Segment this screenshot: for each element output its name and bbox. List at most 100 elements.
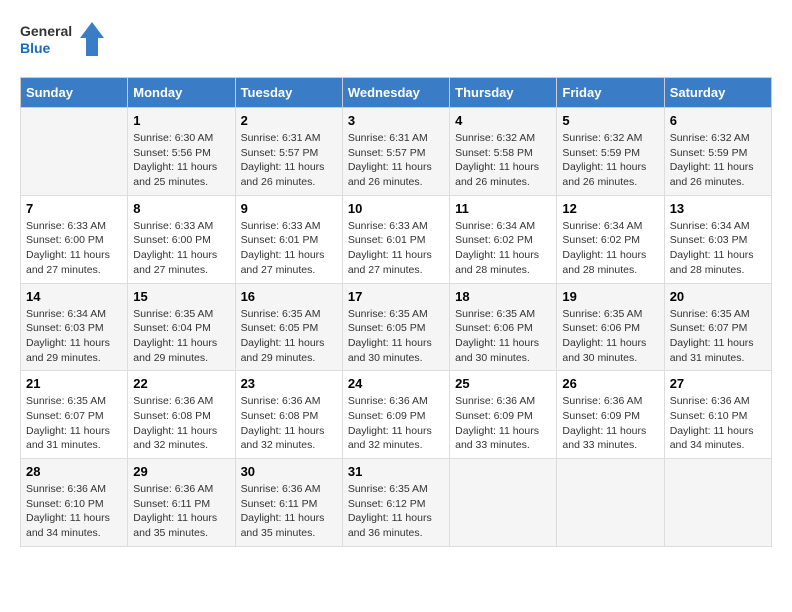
day-number: 11: [455, 201, 551, 216]
day-info: Sunrise: 6:35 AMSunset: 6:12 PMDaylight:…: [348, 482, 444, 541]
day-info: Sunrise: 6:32 AMSunset: 5:58 PMDaylight:…: [455, 131, 551, 190]
calendar-cell: [450, 459, 557, 547]
day-info: Sunrise: 6:33 AMSunset: 6:00 PMDaylight:…: [133, 219, 229, 278]
header: General Blue: [20, 20, 772, 62]
svg-text:Blue: Blue: [20, 40, 51, 56]
calendar-cell: 22 Sunrise: 6:36 AMSunset: 6:08 PMDayligh…: [128, 371, 235, 459]
day-number: 18: [455, 289, 551, 304]
calendar-cell: 21 Sunrise: 6:35 AMSunset: 6:07 PMDayligh…: [21, 371, 128, 459]
day-info: Sunrise: 6:36 AMSunset: 6:09 PMDaylight:…: [562, 394, 658, 453]
calendar-cell: 12Sunrise: 6:34 AMSunset: 6:02 PMDayligh…: [557, 195, 664, 283]
day-number: 20: [670, 289, 766, 304]
day-info: Sunrise: 6:36 AMSunset: 6:10 PMDaylight:…: [670, 394, 766, 453]
day-info: Sunrise: 6:31 AMSunset: 5:57 PMDaylight:…: [241, 131, 337, 190]
logo: General Blue: [20, 20, 110, 62]
day-number: 8: [133, 201, 229, 216]
calendar-body: 1 Sunrise: 6:30 AMSunset: 5:56 PMDaylight…: [21, 108, 772, 547]
day-info: Sunrise: 6:34 AMSunset: 6:03 PMDaylight:…: [26, 307, 122, 366]
day-number: 5: [562, 113, 658, 128]
calendar-table: SundayMondayTuesdayWednesdayThursdayFrid…: [20, 77, 772, 547]
day-number: 13: [670, 201, 766, 216]
day-number: 27: [670, 376, 766, 391]
day-number: 31: [348, 464, 444, 479]
day-number: 15: [133, 289, 229, 304]
calendar-cell: 7 Sunrise: 6:33 AMSunset: 6:00 PMDaylight…: [21, 195, 128, 283]
calendar-cell: [557, 459, 664, 547]
day-number: 12: [562, 201, 658, 216]
day-info: Sunrise: 6:36 AMSunset: 6:10 PMDaylight:…: [26, 482, 122, 541]
column-header-monday: Monday: [128, 78, 235, 108]
column-header-sunday: Sunday: [21, 78, 128, 108]
day-info: Sunrise: 6:32 AMSunset: 5:59 PMDaylight:…: [562, 131, 658, 190]
column-header-thursday: Thursday: [450, 78, 557, 108]
calendar-cell: 1 Sunrise: 6:30 AMSunset: 5:56 PMDaylight…: [128, 108, 235, 196]
day-number: 22: [133, 376, 229, 391]
day-number: 2: [241, 113, 337, 128]
day-number: 14: [26, 289, 122, 304]
week-row-3: 14 Sunrise: 6:34 AMSunset: 6:03 PMDayligh…: [21, 283, 772, 371]
day-number: 29: [133, 464, 229, 479]
calendar-cell: 29 Sunrise: 6:36 AMSunset: 6:11 PMDayligh…: [128, 459, 235, 547]
column-header-tuesday: Tuesday: [235, 78, 342, 108]
day-number: 21: [26, 376, 122, 391]
day-number: 25: [455, 376, 551, 391]
day-number: 23: [241, 376, 337, 391]
calendar-cell: 28 Sunrise: 6:36 AMSunset: 6:10 PMDayligh…: [21, 459, 128, 547]
calendar-header: SundayMondayTuesdayWednesdayThursdayFrid…: [21, 78, 772, 108]
calendar-cell: 15 Sunrise: 6:35 AMSunset: 6:04 PMDayligh…: [128, 283, 235, 371]
day-number: 24: [348, 376, 444, 391]
day-info: Sunrise: 6:36 AMSunset: 6:09 PMDaylight:…: [348, 394, 444, 453]
day-info: Sunrise: 6:32 AMSunset: 5:59 PMDaylight:…: [670, 131, 766, 190]
calendar-cell: 31 Sunrise: 6:35 AMSunset: 6:12 PMDayligh…: [342, 459, 449, 547]
calendar-cell: 6Sunrise: 6:32 AMSunset: 5:59 PMDaylight…: [664, 108, 771, 196]
day-info: Sunrise: 6:30 AMSunset: 5:56 PMDaylight:…: [133, 131, 229, 190]
day-info: Sunrise: 6:35 AMSunset: 6:06 PMDaylight:…: [455, 307, 551, 366]
day-number: 16: [241, 289, 337, 304]
week-row-5: 28 Sunrise: 6:36 AMSunset: 6:10 PMDayligh…: [21, 459, 772, 547]
calendar-cell: 19Sunrise: 6:35 AMSunset: 6:06 PMDayligh…: [557, 283, 664, 371]
column-header-saturday: Saturday: [664, 78, 771, 108]
day-info: Sunrise: 6:34 AMSunset: 6:02 PMDaylight:…: [455, 219, 551, 278]
calendar-cell: [664, 459, 771, 547]
calendar-cell: 10Sunrise: 6:33 AMSunset: 6:01 PMDayligh…: [342, 195, 449, 283]
day-number: 7: [26, 201, 122, 216]
day-number: 3: [348, 113, 444, 128]
day-info: Sunrise: 6:34 AMSunset: 6:03 PMDaylight:…: [670, 219, 766, 278]
calendar-cell: 4 Sunrise: 6:32 AMSunset: 5:58 PMDaylight…: [450, 108, 557, 196]
day-info: Sunrise: 6:35 AMSunset: 6:05 PMDaylight:…: [348, 307, 444, 366]
day-info: Sunrise: 6:33 AMSunset: 6:00 PMDaylight:…: [26, 219, 122, 278]
day-info: Sunrise: 6:35 AMSunset: 6:04 PMDaylight:…: [133, 307, 229, 366]
calendar-cell: 17 Sunrise: 6:35 AMSunset: 6:05 PMDayligh…: [342, 283, 449, 371]
day-number: 26: [562, 376, 658, 391]
column-header-wednesday: Wednesday: [342, 78, 449, 108]
calendar-cell: 9Sunrise: 6:33 AMSunset: 6:01 PMDaylight…: [235, 195, 342, 283]
calendar-cell: 3Sunrise: 6:31 AMSunset: 5:57 PMDaylight…: [342, 108, 449, 196]
calendar-cell: 30Sunrise: 6:36 AMSunset: 6:11 PMDayligh…: [235, 459, 342, 547]
calendar-cell: 18 Sunrise: 6:35 AMSunset: 6:06 PMDayligh…: [450, 283, 557, 371]
day-info: Sunrise: 6:36 AMSunset: 6:08 PMDaylight:…: [133, 394, 229, 453]
column-header-friday: Friday: [557, 78, 664, 108]
day-number: 28: [26, 464, 122, 479]
day-info: Sunrise: 6:36 AMSunset: 6:11 PMDaylight:…: [133, 482, 229, 541]
calendar-cell: 5 Sunrise: 6:32 AMSunset: 5:59 PMDaylight…: [557, 108, 664, 196]
day-info: Sunrise: 6:36 AMSunset: 6:08 PMDaylight:…: [241, 394, 337, 453]
day-number: 1: [133, 113, 229, 128]
calendar-cell: [21, 108, 128, 196]
day-info: Sunrise: 6:35 AMSunset: 6:06 PMDaylight:…: [562, 307, 658, 366]
calendar-cell: 26 Sunrise: 6:36 AMSunset: 6:09 PMDayligh…: [557, 371, 664, 459]
day-number: 9: [241, 201, 337, 216]
day-info: Sunrise: 6:35 AMSunset: 6:07 PMDaylight:…: [670, 307, 766, 366]
calendar-cell: 24 Sunrise: 6:36 AMSunset: 6:09 PMDayligh…: [342, 371, 449, 459]
day-number: 17: [348, 289, 444, 304]
day-info: Sunrise: 6:35 AMSunset: 6:07 PMDaylight:…: [26, 394, 122, 453]
calendar-cell: 20 Sunrise: 6:35 AMSunset: 6:07 PMDayligh…: [664, 283, 771, 371]
day-info: Sunrise: 6:36 AMSunset: 6:11 PMDaylight:…: [241, 482, 337, 541]
calendar-cell: 2 Sunrise: 6:31 AMSunset: 5:57 PMDaylight…: [235, 108, 342, 196]
calendar-cell: 11 Sunrise: 6:34 AMSunset: 6:02 PMDayligh…: [450, 195, 557, 283]
day-number: 4: [455, 113, 551, 128]
day-info: Sunrise: 6:35 AMSunset: 6:05 PMDaylight:…: [241, 307, 337, 366]
calendar-cell: 8 Sunrise: 6:33 AMSunset: 6:00 PMDaylight…: [128, 195, 235, 283]
day-info: Sunrise: 6:33 AMSunset: 6:01 PMDaylight:…: [348, 219, 444, 278]
calendar-cell: 13 Sunrise: 6:34 AMSunset: 6:03 PMDayligh…: [664, 195, 771, 283]
logo-svg: General Blue: [20, 20, 110, 62]
